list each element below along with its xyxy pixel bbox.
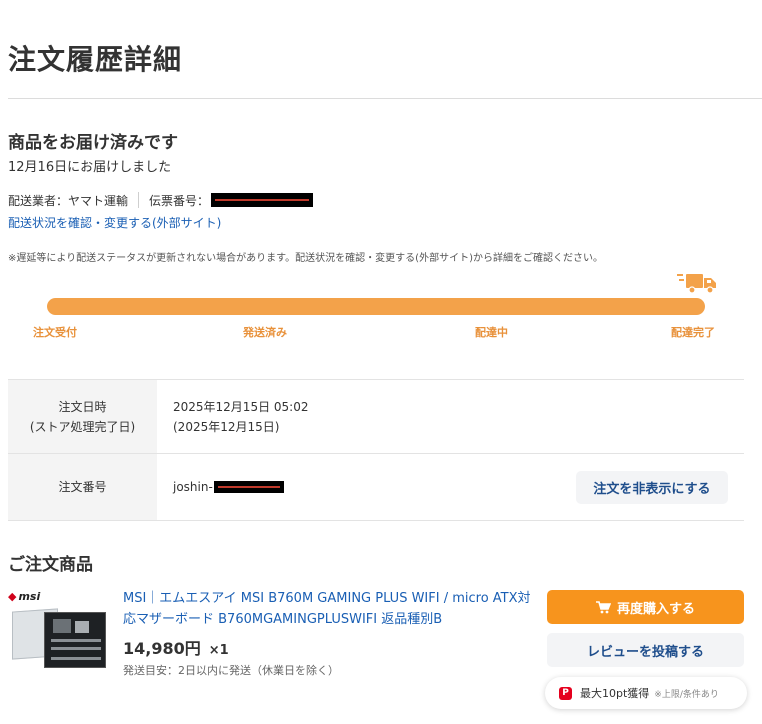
step-order-received: 注文受付 — [33, 326, 77, 339]
delivery-progress-bar — [47, 298, 705, 315]
product-title-link[interactable]: MSI｜エムエスアイ MSI B760M GAMING PLUS WIFI / … — [123, 588, 533, 630]
carrier-row: 配送業者：ヤマト運輸 伝票番号： — [8, 192, 314, 208]
order-number-row: 注文番号 joshin- 注文を非表示にする — [8, 454, 744, 521]
paypay-icon: P — [559, 686, 572, 700]
ordered-products-title: ご注文商品 — [8, 555, 93, 575]
msi-logo: ◆ msi — [8, 590, 41, 603]
write-review-button[interactable]: レビューを投稿する — [547, 633, 744, 667]
cart-icon — [595, 600, 611, 613]
title-divider — [8, 98, 762, 99]
delivery-status-title: 商品をお届け済みです — [8, 133, 178, 153]
step-in-delivery: 配達中 — [475, 326, 508, 339]
order-info-table: 注文日時 (ストア処理完了日) 2025年12月15日 05:02 (2025年… — [8, 379, 744, 521]
order-number-redacted — [213, 481, 284, 493]
tracking-status-link[interactable]: 配送状況を確認・変更する(外部サイト) — [8, 214, 221, 231]
points-text: 最大10pt獲得 — [580, 687, 650, 700]
hide-order-button[interactable]: 注文を非表示にする — [576, 471, 728, 504]
carrier-label: 配送業者：ヤマト運輸 — [8, 193, 129, 208]
order-date-label-sub: (ストア処理完了日) — [29, 419, 136, 434]
product-image[interactable]: ◆ msi — [8, 590, 112, 672]
order-date-value: 2025年12月15日 05:02 (2025年12月15日) — [157, 380, 744, 453]
order-datetime: 2025年12月15日 05:02 — [173, 399, 309, 414]
points-note: ※上限/条件あり — [654, 689, 719, 700]
price-row: 14,980円 ×1 — [123, 635, 229, 659]
order-date-label-main: 注文日時 — [58, 399, 107, 414]
product-quantity: ×1 — [208, 643, 229, 658]
points-badge: P 最大10pt獲得 ※上限/条件あり — [545, 677, 747, 709]
order-number-label: 注文番号 — [8, 454, 157, 520]
step-shipped: 発送済み — [243, 326, 287, 339]
tracking-number-label: 伝票番号： — [149, 193, 210, 208]
delivery-truck-icon — [677, 274, 716, 294]
order-processed-date: (2025年12月15日) — [173, 419, 280, 434]
shipping-estimate: 発送目安：2日以内に発送（休業日を除く） — [123, 664, 339, 677]
page-title: 注文履歴詳細 — [8, 43, 183, 76]
order-date-label: 注文日時 (ストア処理完了日) — [8, 380, 157, 453]
tracking-number-redacted — [211, 193, 314, 207]
motherboard-graphic — [44, 612, 106, 668]
delivery-status-date: 12月16日にお届けしました — [8, 160, 172, 175]
rebuy-button-label: 再度購入する — [616, 601, 695, 617]
order-number-value: joshin- 注文を非表示にする — [157, 454, 744, 520]
carrier-divider — [138, 192, 140, 208]
step-delivered: 配達完了 — [671, 326, 715, 339]
delivery-notice: ※遅延等により配送ステータスが更新されない場合があります。配送状況を確認・変更す… — [8, 253, 603, 264]
rebuy-button[interactable]: 再度購入する — [547, 590, 744, 624]
product-price: 14,980円 — [123, 639, 201, 658]
order-number-prefix: joshin- — [173, 480, 213, 494]
order-date-row: 注文日時 (ストア処理完了日) 2025年12月15日 05:02 (2025年… — [8, 380, 744, 454]
